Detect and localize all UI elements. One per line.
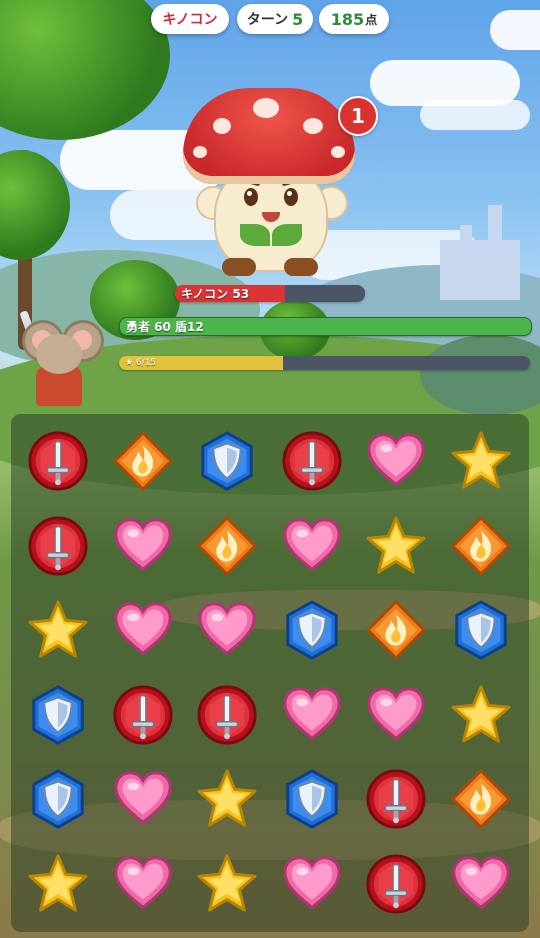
sword-gem-icon[interactable] <box>363 766 429 832</box>
enemy-hp-bar: キノコン 53 <box>175 285 365 302</box>
enemy-name-badge: キノコン <box>151 4 229 34</box>
shield-gem-icon[interactable] <box>194 428 260 494</box>
star-gem-icon[interactable] <box>448 682 514 748</box>
sword-gem-icon[interactable] <box>194 682 260 748</box>
hero-hp-bar: 勇者 60 盾12 <box>119 317 532 336</box>
enemy-attack-countdown-badge: 1 <box>338 96 378 136</box>
heart-gem-icon[interactable] <box>110 597 176 663</box>
fire-gem-icon[interactable] <box>448 766 514 832</box>
heart-gem-icon[interactable] <box>363 428 429 494</box>
heart-gem-icon[interactable] <box>110 766 176 832</box>
enemy-mushroom[interactable] <box>180 86 360 286</box>
fire-gem-icon[interactable] <box>110 428 176 494</box>
score-unit: 点 <box>365 12 378 27</box>
hero-mouse <box>12 306 104 410</box>
turn-value: 5 <box>292 9 304 29</box>
heart-gem-icon[interactable] <box>448 851 514 917</box>
enemy-cap <box>183 88 355 184</box>
score-value: 185 <box>330 9 365 29</box>
star-gem-icon[interactable] <box>25 851 91 917</box>
shield-gem-icon[interactable] <box>448 597 514 663</box>
star-gem-icon[interactable] <box>194 766 260 832</box>
shield-gem-icon[interactable] <box>279 766 345 832</box>
score-display: 185 点 <box>319 4 389 34</box>
star-gem-icon[interactable] <box>448 428 514 494</box>
turn-label: ターン <box>246 12 289 28</box>
star-gem-icon[interactable] <box>363 513 429 579</box>
puzzle-board[interactable] <box>11 414 529 932</box>
shield-gem-icon[interactable] <box>25 766 91 832</box>
heart-gem-icon[interactable] <box>110 851 176 917</box>
heart-gem-icon[interactable] <box>279 513 345 579</box>
heart-gem-icon[interactable] <box>279 682 345 748</box>
skill-gauge-label: ★ 6/15 <box>125 358 157 368</box>
heart-gem-icon[interactable] <box>363 682 429 748</box>
heart-gem-icon[interactable] <box>110 513 176 579</box>
enemy-hp-label: キノコン 53 <box>181 287 250 301</box>
sword-gem-icon[interactable] <box>279 428 345 494</box>
star-gem-icon[interactable] <box>25 597 91 663</box>
heart-gem-icon[interactable] <box>194 597 260 663</box>
fire-gem-icon[interactable] <box>194 513 260 579</box>
sword-gem-icon[interactable] <box>110 682 176 748</box>
turn-counter: ターン 5 <box>237 4 313 34</box>
fire-gem-icon[interactable] <box>448 513 514 579</box>
heart-gem-icon[interactable] <box>279 851 345 917</box>
enemy-attack-countdown: 1 <box>351 104 365 128</box>
fire-gem-icon[interactable] <box>363 597 429 663</box>
shield-gem-icon[interactable] <box>25 682 91 748</box>
hero-hp-label: 勇者 60 盾12 <box>126 320 204 334</box>
skill-gauge: ★ 6/15 <box>119 356 530 370</box>
sword-gem-icon[interactable] <box>25 428 91 494</box>
enemy-name-text: キノコン <box>162 12 218 28</box>
star-gem-icon[interactable] <box>194 851 260 917</box>
sword-gem-icon[interactable] <box>363 851 429 917</box>
shield-gem-icon[interactable] <box>279 597 345 663</box>
sword-gem-icon[interactable] <box>25 513 91 579</box>
